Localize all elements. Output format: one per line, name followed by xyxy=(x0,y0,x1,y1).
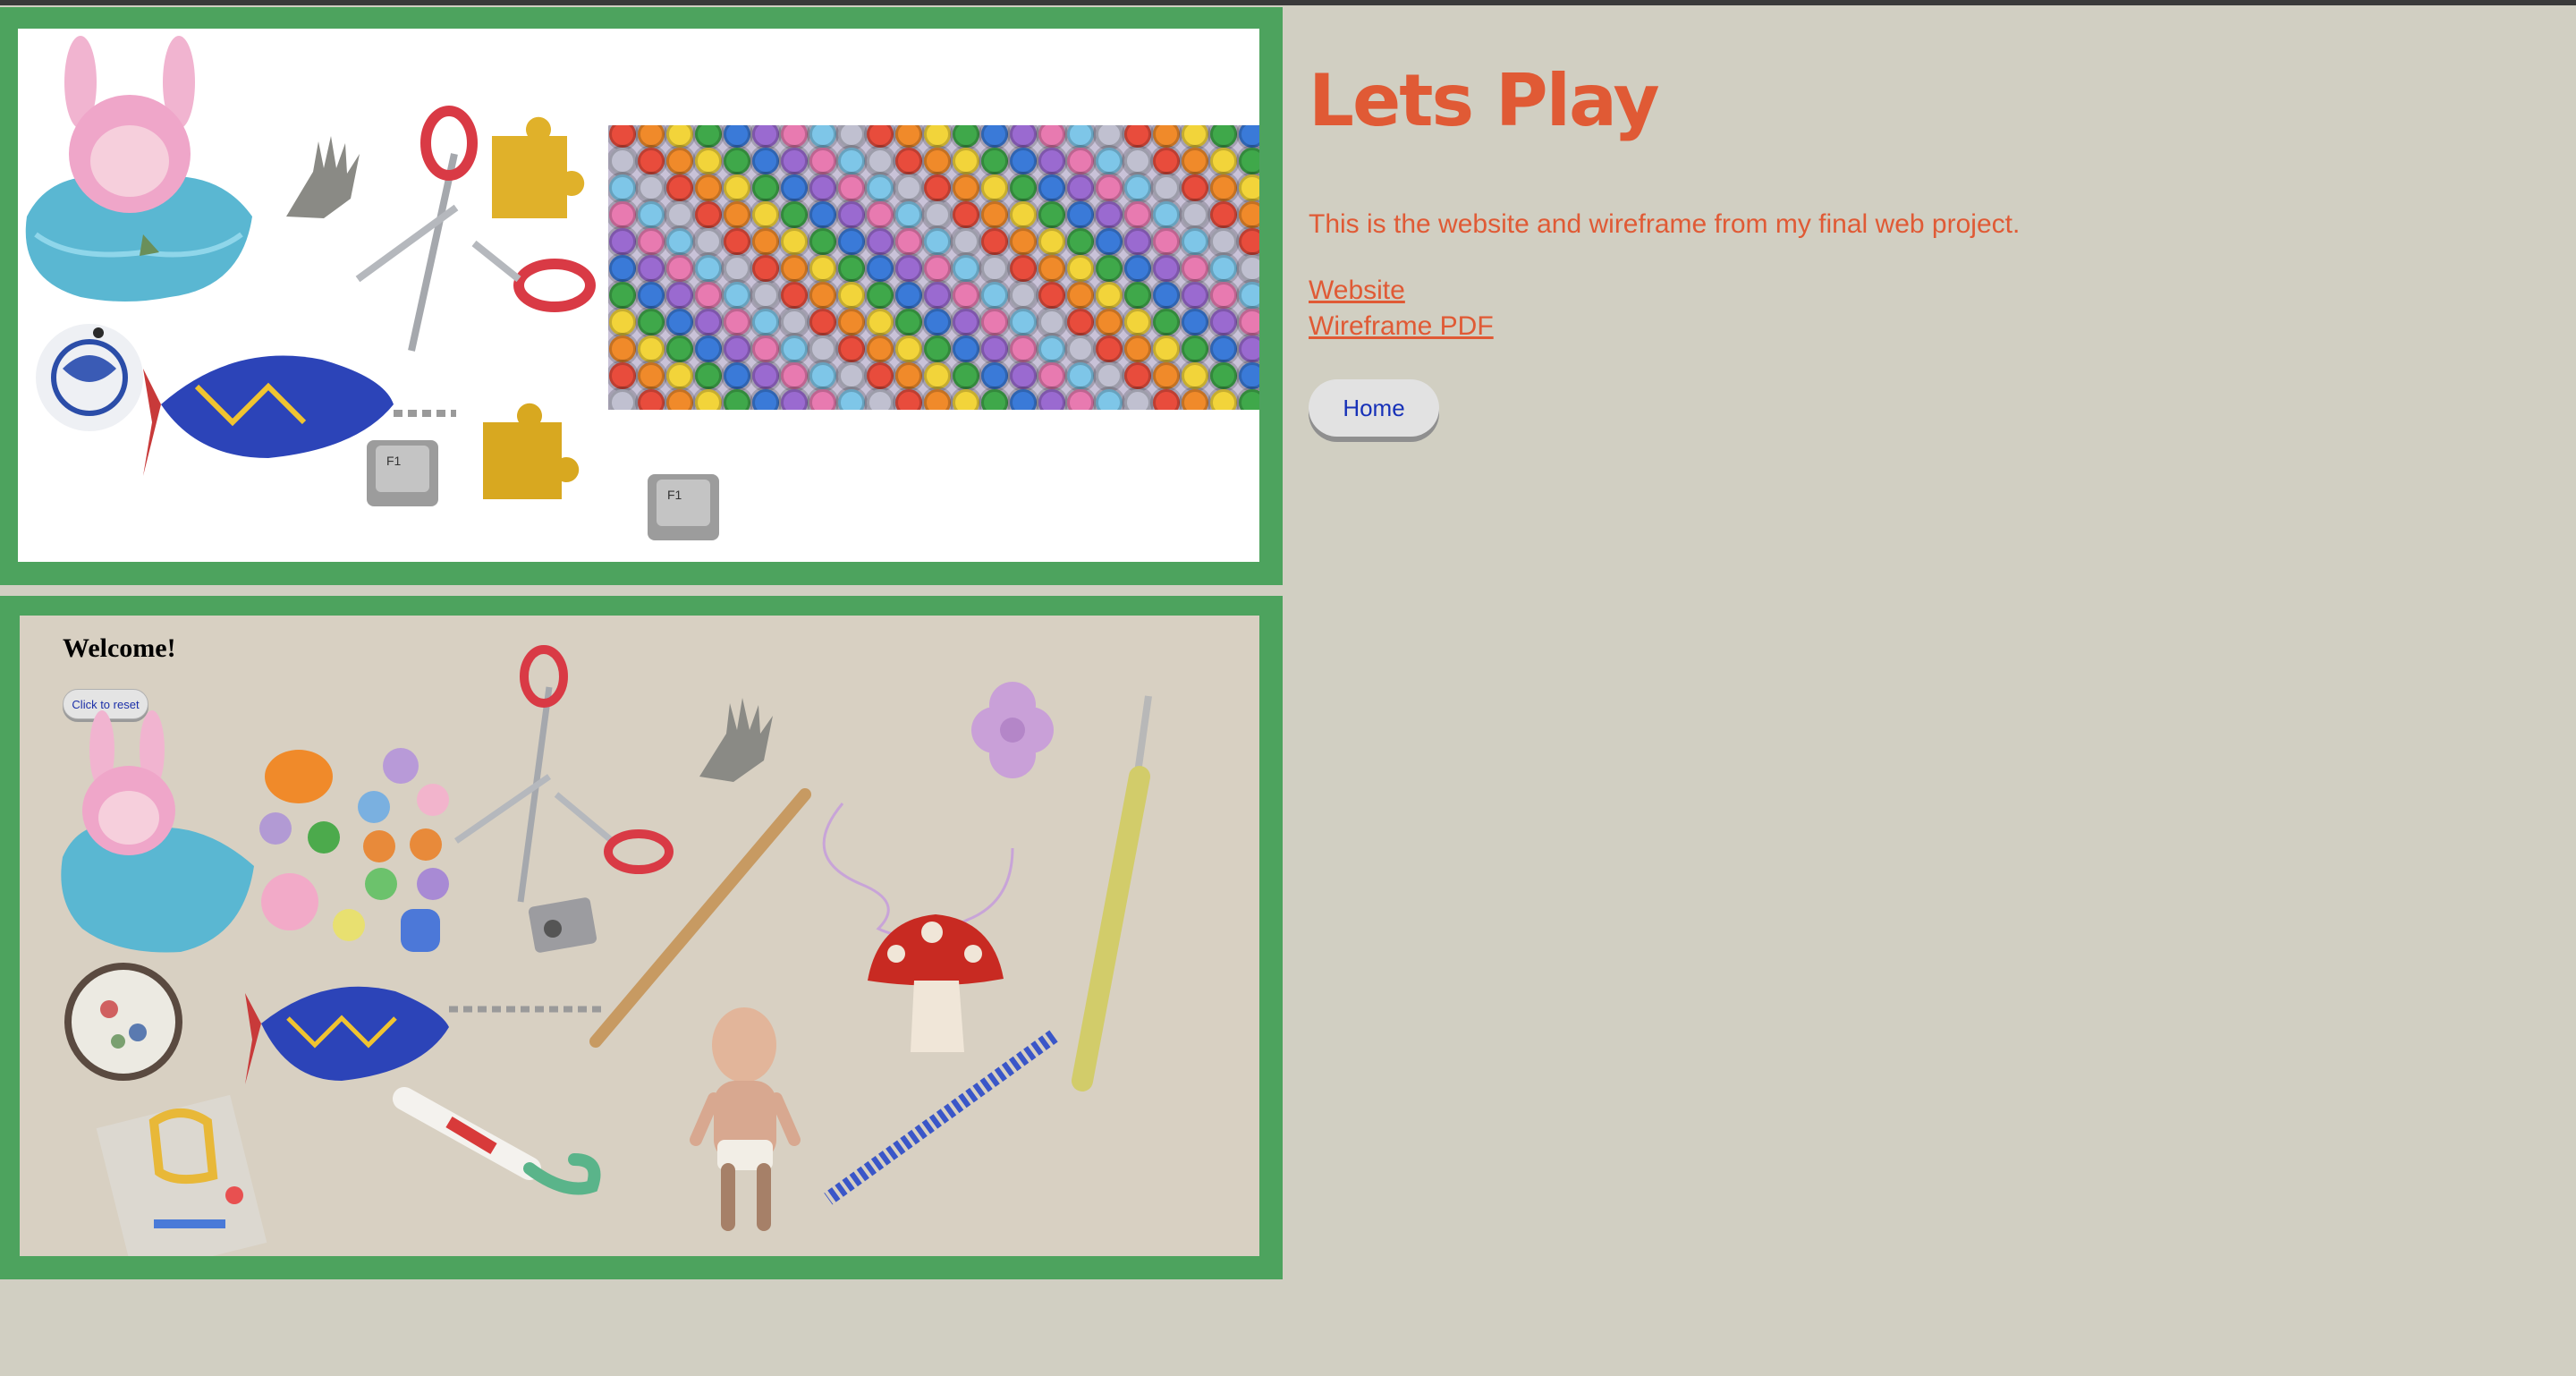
puzzle-piece-image xyxy=(483,403,580,499)
puzzle-piece-image xyxy=(492,116,585,218)
bunny-doll-image xyxy=(25,36,252,302)
loose-beads-image xyxy=(259,748,449,952)
keycap-label: F1 xyxy=(667,488,682,502)
metal-hand-image xyxy=(699,698,773,782)
crochet-doll-image xyxy=(690,1007,801,1231)
crochet-flower-image xyxy=(971,682,1054,778)
decorative-plate-image xyxy=(64,963,182,1081)
porcelain-bead-image xyxy=(36,324,143,431)
wireframe-pdf-link[interactable]: Wireframe PDF xyxy=(1309,311,1494,342)
website-collage xyxy=(61,645,1152,1256)
pencil-image xyxy=(589,788,811,1048)
pencil-sharpener-image xyxy=(528,897,597,953)
wireframe-preview-frame: F1 F1 xyxy=(0,7,1283,585)
bunny-doll-image xyxy=(61,710,254,953)
yarn-thread-image xyxy=(822,803,1014,938)
mushroom-image xyxy=(868,914,1004,1052)
project-description: This is the website and wireframe from m… xyxy=(1309,209,2021,239)
beaded-strand-image xyxy=(824,1030,1058,1205)
wireframe-preview: F1 F1 xyxy=(18,29,1259,562)
pony-beads-banner-image xyxy=(608,125,1259,410)
window-top-bar xyxy=(0,0,2576,5)
home-button[interactable]: Home xyxy=(1309,379,1439,437)
website-link[interactable]: Website xyxy=(1309,276,1405,306)
crochet-hook-image xyxy=(1072,695,1152,1091)
sketch-card-image xyxy=(96,1094,267,1256)
reset-button[interactable]: Click to reset xyxy=(63,689,148,719)
paint-tube-image xyxy=(393,1087,601,1195)
metal-hand-image xyxy=(286,136,360,218)
website-preview-frame: Welcome! Click to reset xyxy=(0,596,1283,1279)
keycap-image: F1 xyxy=(648,474,719,540)
beaded-fish-image xyxy=(245,986,601,1084)
welcome-heading: Welcome! xyxy=(63,633,176,663)
page-title: Lets Play xyxy=(1309,59,1660,142)
website-preview: Welcome! Click to reset xyxy=(20,616,1259,1256)
keycap-image: F1 xyxy=(367,440,438,506)
scissors-image xyxy=(454,645,674,903)
keycap-label: F1 xyxy=(386,454,402,468)
